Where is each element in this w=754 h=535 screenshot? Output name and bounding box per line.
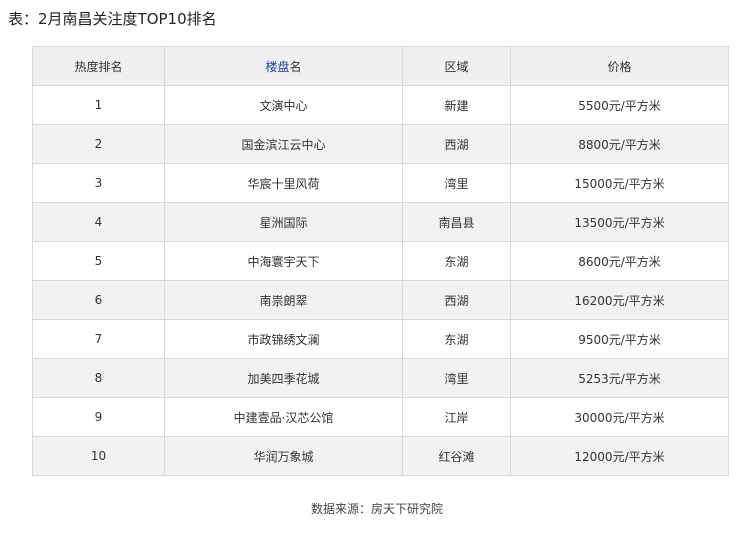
table-row: 10 华润万象城 红谷滩 12000元/平方米 (32, 436, 729, 476)
data-source: 数据来源：房天下研究院 (310, 502, 443, 516)
table-header: 热度排名 楼盘名 区域 价格 (32, 46, 729, 86)
cell-name: 市政锦绣文澜 (164, 319, 403, 359)
table-row: 3 华宸十里风荷 湾里 15000元/平方米 (32, 163, 729, 203)
cell-price: 15000元/平方米 (510, 163, 729, 203)
cell-rank: 9 (32, 397, 165, 437)
table-row: 2 国金滨江云中心 西湖 8800元/平方米 (32, 124, 729, 164)
cell-district: 江岸 (402, 397, 511, 437)
cell-name: 文演中心 (164, 85, 403, 125)
cell-rank: 2 (32, 124, 165, 164)
cell-rank: 8 (32, 358, 165, 398)
cell-name: 南祟朗翠 (164, 280, 403, 320)
cell-district: 新建 (402, 85, 511, 125)
cell-district: 湾里 (402, 163, 511, 203)
header-name-link[interactable]: 楼盘 (265, 60, 289, 74)
table-row: 8 加美四季花城 湾里 5253元/平方米 (32, 358, 729, 398)
table-row: 4 星洲国际 南昌县 13500元/平方米 (32, 202, 729, 242)
ranking-table-container: 热度排名 楼盘名 区域 价格 1 文演中心 新建 5500元/平方米 2 国金滨江云中心西… (32, 46, 729, 476)
cell-rank: 5 (32, 241, 165, 281)
cell-district: 东湖 (402, 241, 511, 281)
cell-price: 16200元/平方米 (510, 280, 729, 320)
cell-price: 8600元/平方米 (510, 241, 729, 281)
cell-district: 南昌县 (402, 202, 511, 242)
cell-price: 9500元/平方米 (510, 319, 729, 359)
table-row: 5 中海寰宇天下 东湖 8600元/平方米 (32, 241, 729, 281)
cell-name: 国金滨江云中心 (164, 124, 403, 164)
cell-district: 西湖 (402, 280, 511, 320)
cell-rank: 4 (32, 202, 165, 242)
cell-price: 13500元/平方米 (510, 202, 729, 242)
cell-district: 东湖 (402, 319, 511, 359)
ranking-table: 热度排名 楼盘名 区域 价格 1 文演中心 新建 5500元/平方米 2 国金滨江云中心西… (32, 46, 729, 476)
header-name-suffix: 名 (289, 59, 302, 74)
cell-rank: 10 (32, 436, 165, 476)
table-row: 7 市政锦绣文澜 东湖 9500元/平方米 (32, 319, 729, 359)
header-name: 楼盘名 (164, 46, 403, 86)
header-row: 热度排名 楼盘名 区域 价格 (32, 46, 729, 86)
cell-name: 星洲国际 (164, 202, 403, 242)
cell-rank: 3 (32, 163, 165, 203)
cell-rank: 7 (32, 319, 165, 359)
table-body: 1 文演中心 新建 5500元/平方米 2 国金滨江云中心 西湖 8800元/平方米 3 华宸十里… (32, 85, 729, 476)
cell-price: 5253元/平方米 (510, 358, 729, 398)
cell-name: 华润万象城 (164, 436, 403, 476)
cell-name: 中建壹品·汉芯公馆 (164, 397, 403, 437)
cell-price: 8800元/平方米 (510, 124, 729, 164)
cell-district: 西湖 (402, 124, 511, 164)
table-caption: 表：2月南昌关注度TOP10排名 (8, 10, 217, 28)
cell-price: 5500元/平方米 (510, 85, 729, 125)
cell-price: 30000元/平方米 (510, 397, 729, 437)
table-row: 6 南祟朗翠 西湖 16200元/平方米 (32, 280, 729, 320)
cell-name: 中海寰宇天下 (164, 241, 403, 281)
cell-rank: 6 (32, 280, 165, 320)
table-row: 9 中建壹品·汉芯公馆 江岸 30000元/平方米 (32, 397, 729, 437)
cell-name: 华宸十里风荷 (164, 163, 403, 203)
cell-district: 红谷滩 (402, 436, 511, 476)
cell-price: 12000元/平方米 (510, 436, 729, 476)
cell-district: 湾里 (402, 358, 511, 398)
header-district: 区域 (402, 46, 511, 86)
cell-rank: 1 (32, 85, 165, 125)
header-price: 价格 (510, 46, 729, 86)
header-rank: 热度排名 (32, 46, 165, 86)
table-row: 1 文演中心 新建 5500元/平方米 (32, 85, 729, 125)
cell-name: 加美四季花城 (164, 358, 403, 398)
